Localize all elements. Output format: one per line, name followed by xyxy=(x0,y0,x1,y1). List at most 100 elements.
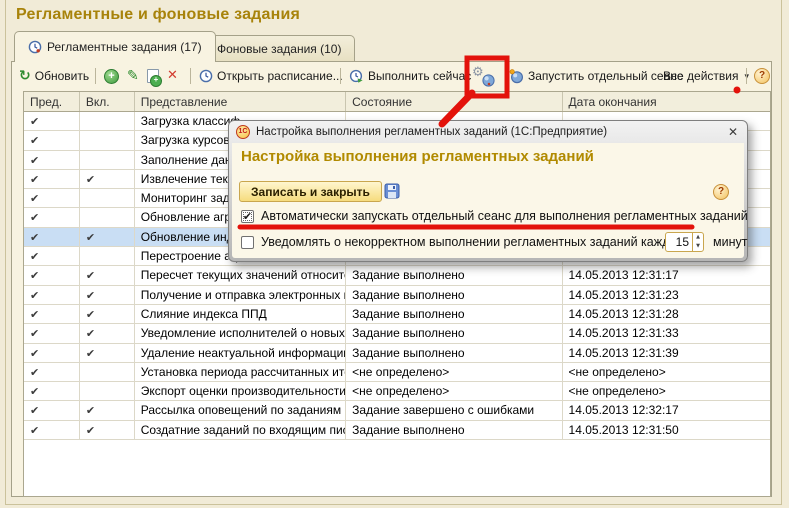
table-row[interactable]: ✔ ✔ Рассылка оповещений по заданиям Зада… xyxy=(24,401,770,421)
clock-icon xyxy=(28,40,42,54)
cell-enabled: ✔ xyxy=(80,401,135,420)
notify-label: Уведомлять о некорректном выполнении рег… xyxy=(261,235,689,249)
dialog-titlebar[interactable]: 1С Настройка выполнения регламентных зад… xyxy=(229,121,747,142)
cell-enabled: ✔ xyxy=(80,420,135,440)
cell-predefined: ✔ xyxy=(24,131,80,150)
cell-date: <не определено> xyxy=(568,364,666,379)
copy-button[interactable] xyxy=(146,66,162,87)
run-now-button[interactable]: Выполнить сейчас xyxy=(348,66,472,86)
interval-value[interactable]: 15 xyxy=(666,233,692,251)
notify-checkbox[interactable] xyxy=(241,235,254,249)
add-icon: + xyxy=(104,68,119,84)
table-row[interactable]: ✔ ✔ Пересчет текущих значений относител.… xyxy=(24,266,770,286)
table-header: Пред. Вкл. Представление Состояние Дата … xyxy=(24,92,770,112)
app-window: Регламентные и фоновые задания Регламент… xyxy=(0,0,789,508)
cell-state: Задание выполнено xyxy=(346,343,563,362)
cell-predefined: ✔ xyxy=(24,208,80,227)
copy-icon xyxy=(147,69,162,87)
cell-predefined: ✔ xyxy=(24,169,80,189)
cell-state: Задание выполнено xyxy=(346,304,563,324)
cell-predefined: ✔ xyxy=(24,362,80,382)
dialog-help-icon[interactable]: ? xyxy=(713,184,729,200)
tab-label: Регламентные задания (17) xyxy=(47,40,202,54)
cell-enabled: ✔ xyxy=(80,285,135,304)
cell-predefined: ✔ xyxy=(24,382,80,401)
cell-predefined: ✔ xyxy=(24,189,80,208)
save-and-close-button[interactable]: Записать и закрыть xyxy=(239,181,382,202)
table-row[interactable]: ✔ ✔ Уведомление исполнителей о новых з..… xyxy=(24,324,770,344)
refresh-icon: ↻ xyxy=(19,68,31,84)
settings-dialog: 1С Настройка выполнения регламентных зад… xyxy=(228,120,748,262)
tab-scheduled-jobs[interactable]: Регламентные задания (17) xyxy=(14,31,216,62)
cell-predefined: ✔ xyxy=(24,285,80,304)
cell-state: <не определено> xyxy=(346,362,563,382)
spinner-arrows: ▲ ▼ xyxy=(692,233,703,251)
add-button[interactable]: + xyxy=(103,66,120,86)
refresh-button[interactable]: ↻ Обновить xyxy=(18,66,90,86)
help-button[interactable]: ? xyxy=(753,66,771,86)
page-title: Регламентные и фоновые задания xyxy=(16,6,301,23)
toolbar: ↻ Обновить + ✎ ✕ Открыть ра xyxy=(12,64,771,88)
tab-background-jobs[interactable]: Фоновые задания (10) xyxy=(203,35,356,62)
separate-session-icon xyxy=(509,68,524,83)
tab-label: Фоновые задания (10) xyxy=(217,42,342,56)
column-header-vkl[interactable]: Вкл. xyxy=(80,92,135,111)
cell-predefined: ✔ xyxy=(24,150,80,169)
cell-enabled xyxy=(80,150,135,169)
cell-state: <не определено> xyxy=(346,382,563,401)
cell-predefined: ✔ xyxy=(24,112,80,131)
column-header-date[interactable]: Дата окончания xyxy=(563,92,770,111)
cell-predefined: ✔ xyxy=(24,227,80,247)
cell-name: Уведомление исполнителей о новых з... xyxy=(135,324,347,343)
cell-date: 14.05.2013 12:31:50 xyxy=(568,422,679,437)
run-separate-session-button[interactable]: Запустить отдельный сеанс xyxy=(508,66,684,86)
cell-date: 14.05.2013 12:31:17 xyxy=(568,268,679,283)
cell-date: <не определено> xyxy=(568,384,666,399)
table-row[interactable]: ✔ ✔ Удаление неактуальной информации ...… xyxy=(24,343,770,363)
column-header-name[interactable]: Представление xyxy=(135,92,347,111)
column-header-pred[interactable]: Пред. xyxy=(24,92,80,111)
cell-enabled: ✔ xyxy=(80,227,135,247)
cell-predefined: ✔ xyxy=(24,324,80,343)
notify-row: Уведомлять о некорректном выполнении рег… xyxy=(241,232,747,252)
cell-state: Задание выполнено xyxy=(346,266,563,285)
cell-name: Создатние заданий по входящим пись... xyxy=(135,420,347,440)
toolbar-separator xyxy=(95,68,96,84)
open-schedule-button[interactable]: Открыть расписание... xyxy=(198,66,344,86)
cell-name: Слияние индекса ППД xyxy=(135,304,347,324)
dialog-heading: Настройка выполнения регламентных задани… xyxy=(241,148,594,165)
edit-pencil-icon: ✎ xyxy=(127,68,139,84)
save-icon[interactable] xyxy=(384,183,400,199)
cell-enabled xyxy=(80,112,135,131)
dialog-title: Настройка выполнения регламентных задани… xyxy=(256,125,608,138)
table-row[interactable]: ✔ ✔ Создатние заданий по входящим пись..… xyxy=(24,420,770,441)
1c-logo-icon: 1С xyxy=(236,124,250,139)
table-row[interactable]: ✔ ✔ Получение и отправка электронных пи.… xyxy=(24,285,770,305)
cell-predefined: ✔ xyxy=(24,266,80,285)
interval-spinner[interactable]: 15 ▲ ▼ xyxy=(665,232,704,252)
cell-enabled xyxy=(80,247,135,266)
cell-name: Удаление неактуальной информации ... xyxy=(135,343,347,362)
table-row[interactable]: ✔ Установка периода рассчитанных ито... … xyxy=(24,362,770,383)
cell-enabled: ✔ xyxy=(80,324,135,343)
table-row[interactable]: ✔ ✔ Слияние индекса ППД Задание выполнен… xyxy=(24,304,770,325)
close-icon[interactable]: ✕ xyxy=(726,125,740,139)
cell-state: Задание выполнено xyxy=(346,324,563,343)
configure-scheduled-run-button[interactable]: ⚙ xyxy=(471,65,497,87)
delete-button[interactable]: ✕ xyxy=(166,66,179,86)
cell-name: Установка периода рассчитанных ито... xyxy=(135,362,347,382)
table-row[interactable]: ✔ Экспорт оценки производительности <не … xyxy=(24,382,770,402)
cell-enabled xyxy=(80,208,135,227)
cell-name: Пересчет текущих значений относител... xyxy=(135,266,347,285)
column-header-state[interactable]: Состояние xyxy=(346,92,563,111)
all-actions-button[interactable]: Все действия ▾ xyxy=(662,66,750,86)
cell-name: Рассылка оповещений по заданиям xyxy=(135,401,347,420)
help-icon: ? xyxy=(754,68,770,84)
cell-predefined: ✔ xyxy=(24,247,80,266)
spinner-up-icon[interactable]: ▲ xyxy=(693,233,703,242)
auto-session-checkbox[interactable]: ✔ xyxy=(241,209,254,223)
edit-button[interactable]: ✎ xyxy=(126,66,140,86)
cell-state: Задание выполнено xyxy=(346,420,563,440)
cell-enabled xyxy=(80,131,135,150)
spinner-down-icon[interactable]: ▼ xyxy=(693,242,703,251)
